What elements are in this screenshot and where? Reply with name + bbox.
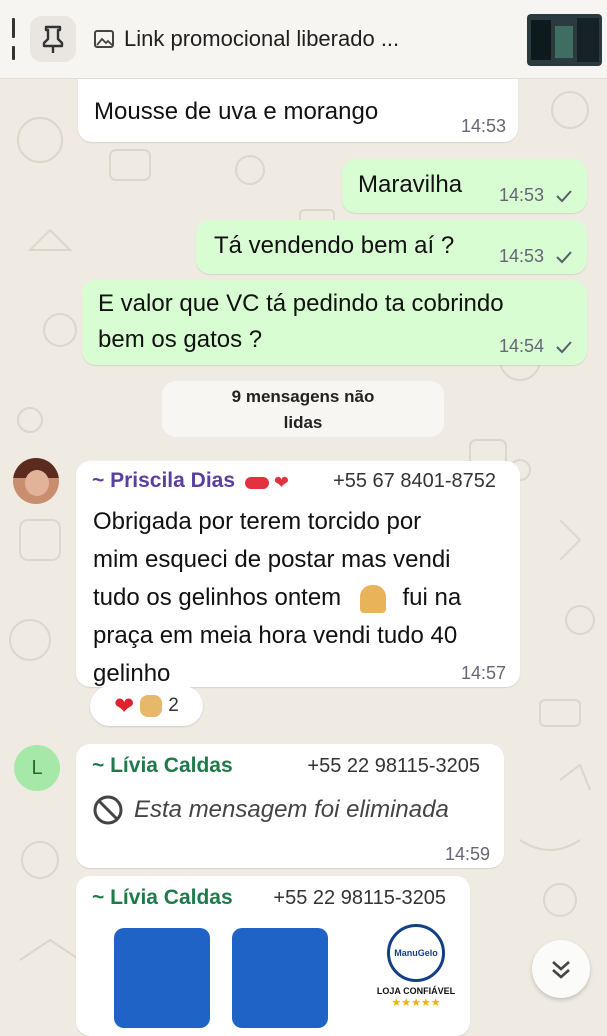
pin-icon[interactable] [30, 16, 76, 62]
red-heart-icon: ❤ [114, 692, 135, 720]
message-text: Mousse de uva e morango [94, 98, 379, 125]
message-line: fui na [402, 584, 462, 611]
message-text: Tá vendendo bem aí ? [214, 232, 455, 259]
pinned-position-indicator [12, 18, 15, 60]
double-chevron-down-icon [552, 961, 570, 979]
sender-name[interactable]: ~ Lívia Caldas [92, 754, 233, 778]
ice-pack-image [232, 928, 328, 1028]
store-logo: ManuGelo LOJA CONFIÁVEL ★★★★★ [376, 924, 456, 1024]
avatar[interactable] [13, 458, 59, 504]
incoming-message[interactable]: ~ Lívia Caldas +55 22 98115-3205 ManuGel… [76, 876, 470, 1036]
sent-check-icon [556, 190, 572, 203]
lips-emoji-icon [245, 476, 270, 489]
unread-line: lidas [283, 413, 323, 432]
logo-brand: ManuGelo [394, 948, 438, 958]
outgoing-message[interactable]: Tá vendendo bem aí ? 14:53 [196, 220, 587, 274]
message-time: 14:59 [444, 844, 490, 864]
deleted-message-row: Esta mensagem foi eliminada [92, 794, 449, 826]
praying-hands-emoji-icon [359, 584, 386, 613]
scroll-to-bottom-button[interactable] [532, 940, 590, 998]
pinned-message-bar[interactable]: Link promocional liberado ... [0, 0, 607, 79]
sender-phone: +55 22 98115-3205 [307, 755, 480, 777]
sent-check-icon [556, 341, 572, 354]
ice-pack-image [114, 928, 210, 1028]
message-time-wrap: 14:53 [499, 185, 573, 206]
sender-phone: +55 22 98115-3205 [273, 887, 446, 909]
message-line: Obrigada por terem torcido por [93, 508, 422, 535]
avatar[interactable]: L [14, 745, 60, 791]
message-line: praça em meia hora vendi tudo 40 [93, 622, 458, 649]
image-attachment[interactable]: ManuGelo LOJA CONFIÁVEL ★★★★★ [86, 920, 460, 1030]
message-time-wrap: 14:54 [499, 336, 573, 357]
message-time: 14:53 [498, 246, 544, 266]
logo-stars: ★★★★★ [391, 997, 441, 1009]
incoming-message[interactable]: ~ Priscila Dias ❤ +55 67 8401-8752 Obrig… [76, 461, 520, 687]
message-text: Obrigada por terem torcido por mim esque… [93, 503, 461, 693]
message-line: tudo os gelinhos ontem [93, 584, 342, 611]
message-time-wrap: 14:53 [499, 246, 573, 267]
blocked-icon [93, 795, 123, 825]
deleted-message-text: Esta mensagem foi eliminada [134, 796, 449, 823]
message-time: 14:53 [460, 116, 506, 136]
message-line-wrap: tudo os gelinhos ontem fui na [93, 579, 461, 617]
pinned-text: Link promocional liberado ... [124, 26, 400, 51]
heart-fire-emoji-icon: ❤ [273, 472, 290, 493]
logo-tagline: LOJA CONFIÁVEL [376, 986, 456, 996]
unread-messages-divider: 9 mensagens não lidas [162, 381, 444, 437]
message-line: bem os gatos ? [98, 326, 263, 353]
message-time: 14:57 [460, 663, 506, 683]
incoming-message[interactable]: Mousse de uva e morango 14:53 [78, 72, 518, 142]
reaction-count: 2 [168, 695, 179, 716]
sent-check-icon [556, 251, 572, 264]
message-time: 14:53 [498, 185, 544, 205]
message-text: E valor que VC tá pedindo ta cobrindo be… [98, 286, 504, 358]
sender-name[interactable]: ~ Priscila Dias [92, 469, 235, 492]
pinned-thumbnail[interactable] [527, 14, 602, 66]
message-reactions[interactable]: ❤ 2 [90, 686, 203, 726]
sender-name-row: ~ Priscila Dias ❤ [92, 469, 289, 493]
clapping-hands-icon [140, 695, 163, 717]
sender-name[interactable]: ~ Lívia Caldas [92, 886, 233, 910]
unread-line: 9 mensagens não [231, 387, 375, 406]
message-text: Maravilha [358, 171, 463, 198]
image-icon [94, 30, 114, 48]
avatar-letter: L [31, 756, 43, 779]
outgoing-message[interactable]: E valor que VC tá pedindo ta cobrindo be… [82, 280, 587, 365]
incoming-message[interactable]: ~ Lívia Caldas +55 22 98115-3205 Esta me… [76, 744, 504, 868]
message-line: mim esqueci de postar mas vendi [93, 546, 451, 573]
message-line: E valor que VC tá pedindo ta cobrindo [98, 290, 504, 317]
message-time: 14:54 [498, 336, 544, 356]
pinned-preview[interactable]: Link promocional liberado ... [94, 24, 399, 54]
sender-phone: +55 67 8401-8752 [333, 470, 496, 492]
outgoing-message[interactable]: Maravilha 14:53 [342, 159, 587, 213]
